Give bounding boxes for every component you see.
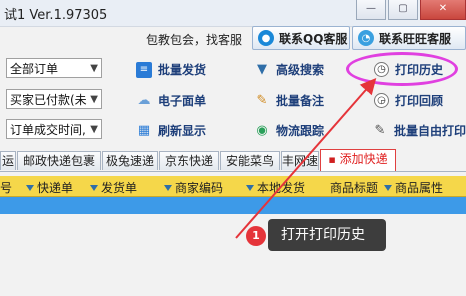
step-number-badge: 1 (246, 226, 266, 246)
annotation-callout: 打开打印历史 (268, 219, 386, 251)
annotation-arrow (235, 77, 377, 239)
